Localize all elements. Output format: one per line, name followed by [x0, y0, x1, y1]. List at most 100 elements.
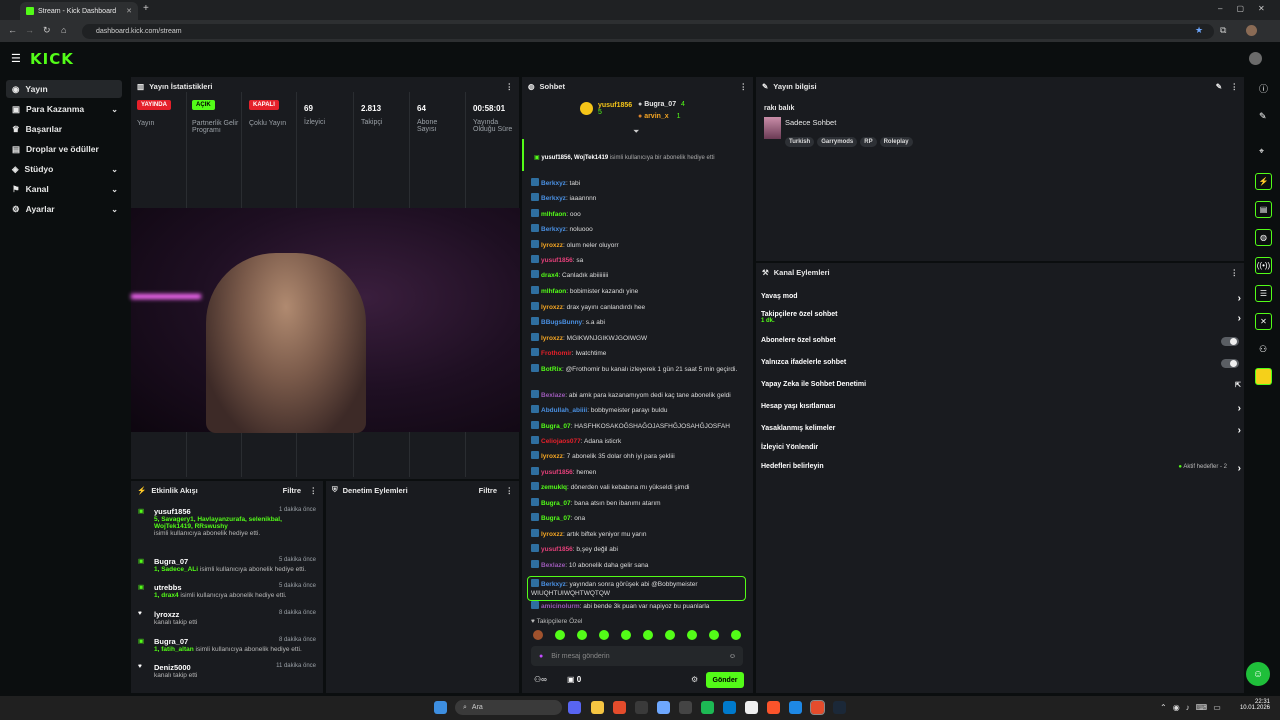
chat-username[interactable]: yusuf1856: [541, 257, 573, 264]
emote-icon[interactable]: [621, 630, 631, 640]
github-icon[interactable]: [679, 701, 692, 714]
window-controls[interactable]: –▢✕: [1218, 4, 1279, 13]
chat-username[interactable]: Berkxyz: [541, 581, 566, 588]
windows-start-icon[interactable]: [434, 701, 447, 714]
tag[interactable]: Turkish: [785, 137, 815, 147]
emote-icon[interactable]: [687, 630, 697, 640]
emoji-icon[interactable]: ☺: [729, 653, 736, 660]
chat-username[interactable]: Bugra_07: [541, 515, 571, 522]
hamburger-menu-icon[interactable]: ☰: [11, 52, 21, 65]
chat-username[interactable]: Frothomir: [541, 350, 572, 357]
sidebar-item-yayin[interactable]: ◉ Yayın: [6, 80, 122, 98]
nav-back-icon[interactable]: ←: [8, 25, 17, 35]
profile-avatar[interactable]: [1246, 25, 1257, 36]
action-goals[interactable]: Hedefleri belirleyin ● Aktif hedefler - 2…: [761, 463, 1243, 477]
toggle-switch[interactable]: [1221, 359, 1239, 368]
action-account-age[interactable]: Hesap yaşı kısıtlaması ›: [761, 403, 1243, 417]
more-menu-icon[interactable]: ⋮: [310, 486, 318, 495]
chat-username[interactable]: amicinolurm: [541, 603, 580, 610]
tag[interactable]: Roleplay: [879, 137, 913, 147]
chat-username[interactable]: lyroxzz: [541, 453, 563, 460]
chat-username[interactable]: Berkxyz: [541, 226, 566, 233]
top-gifter-1[interactable]: yusuf1856 5: [580, 102, 632, 116]
emote-icon[interactable]: [665, 630, 675, 640]
action-followers-only[interactable]: Takipçilere özel sohbet 1 dk. ›: [761, 311, 1243, 329]
chat-username[interactable]: BBugsBunny: [541, 319, 582, 326]
chrome-icon[interactable]: [613, 701, 626, 714]
chrome-active-icon[interactable]: [810, 700, 825, 715]
info-icon[interactable]: ⓘ: [1259, 82, 1268, 95]
share-icon[interactable]: ⚇: [1259, 344, 1267, 355]
sidebar-item-basarilar[interactable]: ♛ Başarılar: [6, 120, 122, 138]
tag[interactable]: Garrymods: [817, 137, 858, 147]
app-icon[interactable]: [657, 701, 670, 714]
emote-icon[interactable]: [555, 630, 565, 640]
discord-icon[interactable]: [568, 701, 581, 714]
reload-icon[interactable]: ↻: [43, 25, 51, 36]
spotify-icon[interactable]: [701, 701, 714, 714]
document-icon[interactable]: ▤: [1255, 201, 1272, 218]
filter-button[interactable]: Filtre: [283, 486, 301, 495]
chat-username[interactable]: Bexlaze: [541, 392, 565, 399]
chat-username[interactable]: mlhfaon: [541, 288, 566, 295]
brave-icon[interactable]: [767, 701, 780, 714]
chest-icon[interactable]: ▣ 0: [567, 675, 581, 684]
sidebar-item-droplar[interactable]: ▤ Droplar ve ödüller: [6, 140, 122, 158]
extensions-icon[interactable]: ⧉: [1220, 25, 1226, 36]
action-ai-moderation[interactable]: Yapay Zeka ile Sohbet Denetimi ⇱: [761, 381, 1243, 395]
chat-username[interactable]: lyroxzz: [541, 531, 563, 538]
emote-icon[interactable]: [709, 630, 719, 640]
filter-button[interactable]: Filtre: [479, 486, 497, 495]
chat-input-box[interactable]: ● Bir mesaj gönderin ☺: [531, 646, 743, 666]
pinned-chevron-icon[interactable]: ⏷: [633, 127, 639, 137]
system-tray-icons[interactable]: ⌃◉♪⌨▭: [1160, 703, 1227, 712]
user-avatar[interactable]: [1249, 52, 1262, 65]
emote-icon[interactable]: [533, 630, 543, 640]
home-icon[interactable]: ⌂: [61, 25, 66, 35]
close-tab-icon[interactable]: ✕: [126, 7, 132, 15]
chat-username[interactable]: BotRix: [541, 366, 562, 373]
file-explorer-icon[interactable]: [591, 701, 604, 714]
toggle-switch[interactable]: [1221, 337, 1239, 346]
vscode-icon[interactable]: [723, 701, 736, 714]
chat-username[interactable]: lyroxzz: [541, 304, 563, 311]
top-gifter-2[interactable]: ● Bugra_07 4: [638, 101, 685, 108]
edit-icon[interactable]: ✎: [1259, 111, 1267, 122]
action-banned-words[interactable]: Yasaklanmış kelimeler ›: [761, 425, 1243, 439]
sidebar-item-kanal[interactable]: ⚑ Kanal ⌄: [6, 180, 122, 198]
category-name[interactable]: Sadece Sohbet: [785, 118, 836, 127]
emote-icon[interactable]: [599, 630, 609, 640]
chat-icon[interactable]: ◍: [1255, 229, 1272, 246]
nav-forward-icon[interactable]: →: [25, 25, 34, 35]
action-slow-mode[interactable]: Yavaş mod ›: [761, 293, 1243, 307]
kick-logo[interactable]: KICK: [30, 50, 74, 68]
chat-username[interactable]: yusuf1856: [541, 546, 573, 553]
emote-icon[interactable]: [643, 630, 653, 640]
crosshair-icon[interactable]: ⌖: [1259, 146, 1264, 157]
chat-username[interactable]: Berkxyz: [541, 180, 566, 187]
chat-settings-icon[interactable]: ⚙: [691, 675, 698, 684]
emote-icon[interactable]: [731, 630, 741, 640]
sidebar-item-ayarlar[interactable]: ⚙ Ayarlar ⌄: [6, 200, 122, 218]
clock[interactable]: 22:31 10.01.2026: [1238, 699, 1270, 711]
more-menu-icon[interactable]: ⋮: [740, 82, 748, 91]
chat-username[interactable]: Berkxyz: [541, 195, 566, 202]
sidebar-item-para-kazanma[interactable]: ▣ Para Kazanma ⌄: [6, 100, 122, 118]
action-raid[interactable]: İzleyici Yönlendir: [761, 444, 1243, 458]
top-gifter-3[interactable]: ● arvin_x 1: [638, 113, 681, 120]
edit-icon[interactable]: ✎: [1216, 82, 1222, 91]
more-menu-icon[interactable]: ⋮: [1231, 82, 1239, 91]
browser-tab[interactable]: Stream - Kick Dashboard ✕: [20, 2, 138, 20]
app-icon[interactable]: [789, 701, 802, 714]
stream-video-preview[interactable]: [131, 208, 520, 433]
steam-icon[interactable]: [833, 701, 846, 714]
new-tab-icon[interactable]: +: [143, 3, 149, 14]
points-icon[interactable]: ⚇∞: [534, 675, 547, 684]
wrench-icon[interactable]: ✕: [1255, 313, 1272, 330]
chat-username[interactable]: Bexlaze: [541, 562, 565, 569]
clapperboard-icon[interactable]: [1255, 368, 1272, 385]
mic-icon[interactable]: ●: [539, 653, 543, 660]
url-field[interactable]: dashboard.kick.com/stream: [82, 24, 1214, 39]
help-chat-button[interactable]: ☺: [1246, 662, 1270, 686]
chat-username[interactable]: drax4: [541, 272, 558, 279]
